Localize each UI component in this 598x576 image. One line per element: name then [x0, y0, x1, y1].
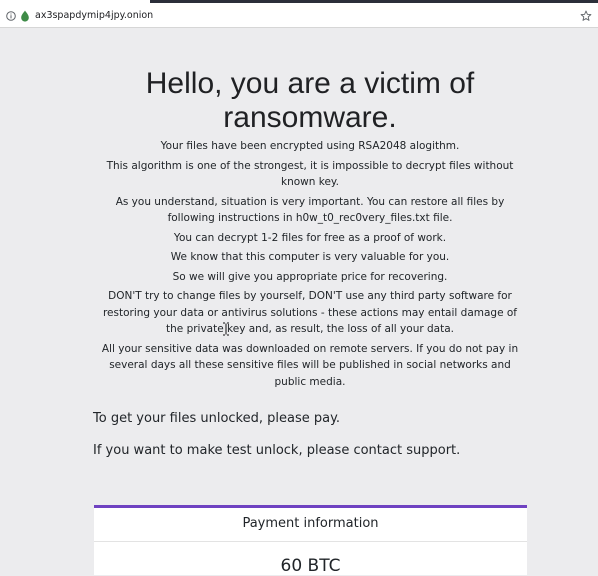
note-paragraph: You can decrypt 1-2 files for free as a …	[173, 231, 447, 244]
note-paragraph: DON'T try to change files by yourself, D…	[102, 290, 518, 336]
note-paragraph: As you understand, situation is very imp…	[115, 195, 505, 224]
payment-amount: 60 BTC	[280, 556, 341, 576]
address-bar[interactable]: ax3spapdymip4jpy.onion	[0, 5, 598, 28]
browser-tab-strip	[150, 0, 598, 3]
test-unlock-instruction: If you want to make test unlock, please …	[93, 443, 461, 458]
page-title: Hello, you are a victim of ransomware.	[145, 67, 475, 134]
pay-instruction: To get your files unlocked, please pay.	[93, 411, 341, 426]
note-paragraph: All your sensitive data was downloaded o…	[101, 342, 519, 388]
ransom-note-text: Your files have been encrypted using RSA…	[94, 138, 526, 393]
note-paragraph: We know that this computer is very valua…	[170, 251, 450, 264]
onion-icon	[21, 10, 29, 22]
note-paragraph: Your files have been encrypted using RSA…	[160, 140, 460, 152]
note-paragraph: This algorithm is one of the strongest, …	[106, 159, 514, 188]
ransom-note-page: Hello, you are a victim of ransomware. Y…	[0, 29, 598, 576]
text-cursor-icon	[223, 322, 229, 336]
info-icon[interactable]	[6, 11, 16, 21]
payment-card-header: Payment information	[94, 508, 527, 542]
star-icon[interactable]	[580, 10, 592, 22]
url-text[interactable]: ax3spapdymip4jpy.onion	[35, 10, 153, 22]
payment-card: Payment information 60 BTC	[94, 505, 527, 576]
note-paragraph: So we will give you appropriate price fo…	[172, 270, 448, 283]
